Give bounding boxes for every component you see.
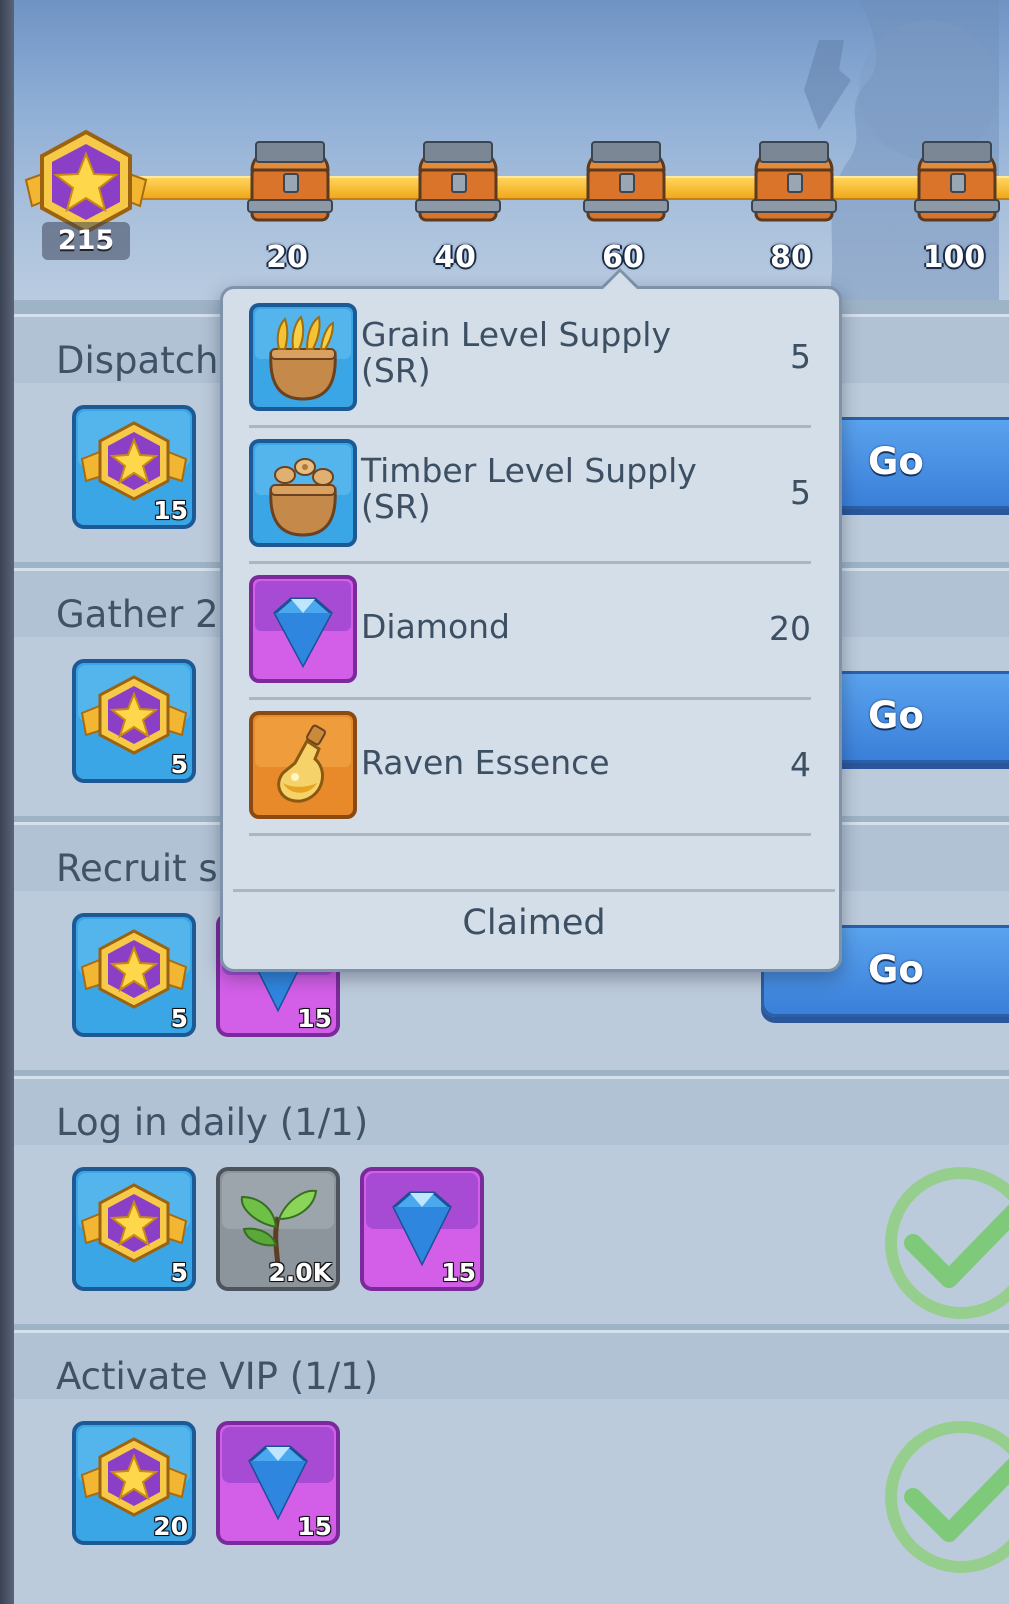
popup-reward-row: Diamond 20	[249, 575, 811, 700]
reward-count: 5	[170, 1004, 188, 1033]
popup-reward-qty: 20	[769, 609, 811, 648]
task-title: Activate VIP (1/1)	[56, 1355, 379, 1398]
milestone-chest-100[interactable]: 100	[899, 130, 1009, 290]
milestone-label: 80	[770, 240, 812, 275]
milestone-label: 100	[922, 240, 986, 275]
popup-reward-row: Timber Level Supply (SR) 5	[249, 439, 811, 564]
reward-count: 15	[153, 496, 188, 525]
milestone-label: 20	[266, 240, 308, 275]
popup-reward-name: Grain Level Supply (SR)	[361, 317, 741, 389]
task-title: Dispatch	[56, 339, 219, 382]
claimed-status: Claimed	[462, 903, 606, 943]
treasure-chest-icon	[751, 141, 837, 222]
milestone-label: 40	[434, 240, 476, 275]
divider	[249, 425, 811, 428]
treasure-chest-icon	[914, 141, 1000, 222]
task-title: Log in daily (1/1)	[56, 1101, 369, 1144]
timber-sack-icon	[249, 439, 357, 547]
popup-reward-name: Timber Level Supply (SR)	[361, 453, 741, 525]
divider	[249, 561, 811, 564]
activity-points-value: 215	[42, 222, 130, 260]
reward-item[interactable]: 20	[72, 1421, 196, 1545]
popup-pointer-fill	[601, 272, 639, 291]
milestone-reward-popup: Grain Level Supply (SR) 5 Timber Level S…	[220, 286, 842, 972]
reward-item[interactable]: 15	[216, 1421, 340, 1545]
popup-reward-name: Diamond	[361, 607, 510, 646]
diamond-icon	[249, 575, 357, 683]
reward-item[interactable]: 5	[72, 1167, 196, 1291]
popup-reward-qty: 5	[790, 337, 811, 376]
milestone-chest-80[interactable]: 80	[736, 130, 846, 290]
reward-item[interactable]: 2.0K	[216, 1167, 340, 1291]
popup-reward-name: Raven Essence	[361, 743, 610, 782]
milestone-chest-40[interactable]: 40	[400, 130, 510, 290]
completed-check-icon	[885, 1167, 1009, 1319]
reward-count: 2.0K	[268, 1258, 332, 1287]
reward-count: 15	[441, 1258, 476, 1287]
popup-reward-name-line1: Grain Level Supply	[361, 315, 671, 354]
popup-reward-qty: 5	[790, 473, 811, 512]
popup-reward-name-line2: (SR)	[361, 487, 431, 526]
reward-count: 5	[170, 750, 188, 779]
reward-count: 5	[170, 1258, 188, 1287]
task-row-activate-vip: Activate VIP (1/1) 20 15	[14, 1330, 1009, 1604]
treasure-chest-icon	[415, 141, 501, 222]
popup-reward-name-line1: Timber Level Supply	[361, 451, 697, 490]
task-title: Recruit s	[56, 847, 218, 890]
treasure-chest-icon	[247, 141, 333, 222]
potion-bottle-icon	[249, 711, 357, 819]
reward-count: 15	[297, 1512, 332, 1541]
left-edge-bar	[0, 0, 14, 1604]
events-screen: 215 20 40 60 80 100 Dispatch 15 Go Gathe…	[0, 0, 1009, 1604]
divider	[249, 833, 811, 836]
treasure-chest-icon	[583, 141, 669, 222]
milestone-chest-60[interactable]: 60	[568, 130, 678, 290]
divider	[249, 697, 811, 700]
reward-item[interactable]: 5	[72, 913, 196, 1037]
reward-count: 20	[153, 1512, 188, 1541]
task-row-log-in-daily: Log in daily (1/1) 5 2.0K 15	[14, 1076, 1009, 1324]
divider	[233, 889, 835, 892]
reward-item[interactable]: 15	[360, 1167, 484, 1291]
activity-progress-header: 215 20 40 60 80 100	[14, 0, 1009, 300]
popup-reward-name-line2: (SR)	[361, 351, 431, 390]
milestone-chest-20[interactable]: 20	[232, 130, 342, 290]
completed-check-icon	[885, 1421, 1009, 1573]
reward-count: 15	[297, 1004, 332, 1033]
popup-reward-qty: 4	[790, 745, 811, 784]
grain-sack-icon	[249, 303, 357, 411]
popup-reward-row: Raven Essence 4	[249, 711, 811, 836]
reward-item[interactable]: 15	[72, 405, 196, 529]
reward-item[interactable]: 5	[72, 659, 196, 783]
popup-reward-row: Grain Level Supply (SR) 5	[249, 303, 811, 428]
task-title: Gather 2(	[56, 593, 234, 636]
